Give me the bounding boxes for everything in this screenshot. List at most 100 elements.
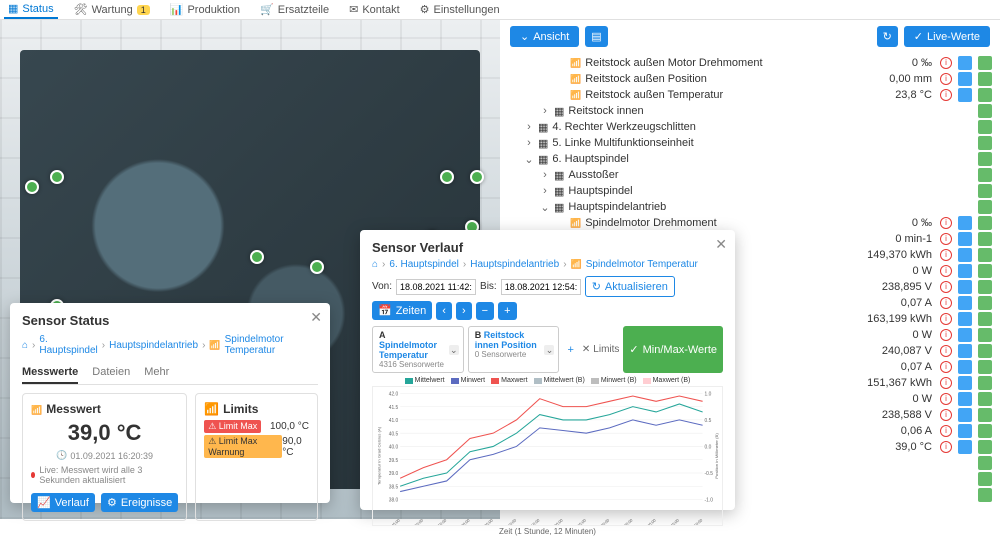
tab-einstellungen[interactable]: ⚙Einstellungen bbox=[416, 1, 504, 18]
status-chip[interactable] bbox=[978, 360, 992, 374]
chart-area[interactable]: 38.038.539.039.540.040.541.041.542.0-1.0… bbox=[372, 386, 723, 526]
status-chip[interactable] bbox=[978, 152, 992, 166]
sensor-marker[interactable] bbox=[25, 180, 39, 194]
prev-button[interactable]: ‹ bbox=[436, 302, 452, 320]
crumb[interactable]: Spindelmotor Temperatur bbox=[586, 259, 698, 270]
info-icon[interactable]: i bbox=[940, 249, 952, 261]
info-icon[interactable]: i bbox=[940, 409, 952, 421]
status-chip[interactable] bbox=[978, 392, 992, 406]
close-icon[interactable]: ✕ bbox=[310, 309, 322, 326]
chart-chip[interactable] bbox=[958, 72, 972, 86]
tree-row[interactable]: Reitstock außen Position0,00 mmi bbox=[500, 71, 1000, 87]
chart-chip[interactable] bbox=[958, 248, 972, 262]
sensor-b-selector[interactable]: B Reitstock innen Position 0 Sensorwerte… bbox=[468, 326, 560, 373]
ansicht-button[interactable]: ⌄Ansicht bbox=[510, 26, 579, 47]
chevron-icon[interactable]: › bbox=[540, 185, 550, 197]
info-icon[interactable]: i bbox=[940, 73, 952, 85]
refresh-button[interactable]: ↻ bbox=[877, 26, 898, 47]
tree-row[interactable]: ›▦Reitstock innen bbox=[500, 103, 1000, 119]
chart-chip[interactable] bbox=[958, 280, 972, 294]
sensor-a-selector[interactable]: A Spindelmotor Temperatur 4316 Sensorwer… bbox=[372, 326, 464, 373]
status-chip[interactable] bbox=[978, 472, 992, 486]
status-chip[interactable] bbox=[978, 328, 992, 342]
limits-toggle[interactable]: ✕ Limits bbox=[582, 326, 620, 373]
status-chip[interactable] bbox=[978, 248, 992, 262]
next-button[interactable]: › bbox=[456, 302, 472, 320]
status-chip[interactable] bbox=[978, 168, 992, 182]
status-chip[interactable] bbox=[978, 408, 992, 422]
chart-chip[interactable] bbox=[958, 376, 972, 390]
chevron-icon[interactable]: ⌄ bbox=[540, 201, 550, 214]
tab-status[interactable]: ▦Status bbox=[4, 0, 58, 19]
info-icon[interactable]: i bbox=[940, 393, 952, 405]
info-icon[interactable]: i bbox=[940, 233, 952, 245]
sensor-marker[interactable] bbox=[440, 170, 454, 184]
status-chip[interactable] bbox=[978, 184, 992, 198]
chart-chip[interactable] bbox=[958, 216, 972, 230]
tree-row[interactable]: ›▦5. Linke Multifunktionseinheit bbox=[500, 135, 1000, 151]
info-icon[interactable]: i bbox=[940, 329, 952, 341]
info-icon[interactable]: i bbox=[940, 313, 952, 325]
chart-chip[interactable] bbox=[958, 344, 972, 358]
close-icon[interactable]: ✕ bbox=[715, 236, 727, 253]
info-icon[interactable]: i bbox=[940, 281, 952, 293]
chevron-icon[interactable]: › bbox=[540, 105, 550, 117]
info-icon[interactable]: i bbox=[940, 217, 952, 229]
tree-row[interactable]: ›▦Hauptspindel bbox=[500, 183, 1000, 199]
status-chip[interactable] bbox=[978, 88, 992, 102]
bis-input[interactable] bbox=[501, 279, 581, 295]
info-icon[interactable]: i bbox=[940, 377, 952, 389]
chevron-icon[interactable]: ⌄ bbox=[524, 153, 534, 166]
sensor-marker[interactable] bbox=[50, 170, 64, 184]
chart-chip[interactable] bbox=[958, 312, 972, 326]
tree-row[interactable]: ›▦4. Rechter Werkzeugschlitten bbox=[500, 119, 1000, 135]
info-icon[interactable]: i bbox=[940, 361, 952, 373]
crumb[interactable]: Spindelmotor Temperatur bbox=[225, 334, 318, 356]
tab-kontakt[interactable]: ✉Kontakt bbox=[345, 1, 404, 18]
home-icon[interactable]: ⌂ bbox=[372, 259, 378, 270]
zoom-in-button[interactable]: + bbox=[498, 302, 516, 320]
ereignisse-button[interactable]: ⚙Ereignisse bbox=[101, 493, 178, 512]
status-chip[interactable] bbox=[978, 312, 992, 326]
zoom-out-button[interactable]: − bbox=[476, 302, 494, 320]
status-chip[interactable] bbox=[978, 232, 992, 246]
minmax-toggle[interactable]: ✓ Min/Max-Werte bbox=[623, 326, 723, 373]
status-chip[interactable] bbox=[978, 344, 992, 358]
aktualisieren-button[interactable]: ↻Aktualisieren bbox=[585, 276, 675, 297]
sensor-marker[interactable] bbox=[470, 170, 484, 184]
home-icon[interactable]: ⌂ bbox=[22, 340, 28, 351]
status-chip[interactable] bbox=[978, 120, 992, 134]
status-chip[interactable] bbox=[978, 56, 992, 70]
crumb[interactable]: 6. Hauptspindel bbox=[389, 259, 459, 270]
chart-chip[interactable] bbox=[958, 264, 972, 278]
tab-mehr[interactable]: Mehr bbox=[144, 362, 169, 384]
tab-wartung[interactable]: 🛠Wartung1 bbox=[70, 1, 154, 18]
add-sensor-button[interactable]: + bbox=[563, 326, 577, 373]
status-chip[interactable] bbox=[978, 456, 992, 470]
status-chip[interactable] bbox=[978, 296, 992, 310]
tree-row[interactable]: ›▦Ausstoßer bbox=[500, 167, 1000, 183]
chevron-icon[interactable]: › bbox=[524, 121, 534, 133]
status-chip[interactable] bbox=[978, 104, 992, 118]
tab-produktion[interactable]: 📊Produktion bbox=[166, 1, 244, 18]
chevron-icon[interactable]: › bbox=[524, 137, 534, 149]
crumb[interactable]: 6. Hauptspindel bbox=[39, 334, 97, 356]
chart-chip[interactable] bbox=[958, 56, 972, 70]
status-chip[interactable] bbox=[978, 216, 992, 230]
status-chip[interactable] bbox=[978, 440, 992, 454]
chart-chip[interactable] bbox=[958, 408, 972, 422]
info-icon[interactable]: i bbox=[940, 297, 952, 309]
info-icon[interactable]: i bbox=[940, 265, 952, 277]
chart-chip[interactable] bbox=[958, 424, 972, 438]
chart-chip[interactable] bbox=[958, 232, 972, 246]
chart-chip[interactable] bbox=[958, 88, 972, 102]
chart-chip[interactable] bbox=[958, 440, 972, 454]
status-chip[interactable] bbox=[978, 280, 992, 294]
status-chip[interactable] bbox=[978, 264, 992, 278]
tab-ersatzteile[interactable]: 🛒Ersatzteile bbox=[256, 1, 333, 18]
status-chip[interactable] bbox=[978, 376, 992, 390]
tree-row[interactable]: ⌄▦6. Hauptspindel bbox=[500, 151, 1000, 167]
status-chip[interactable] bbox=[978, 488, 992, 502]
status-chip[interactable] bbox=[978, 72, 992, 86]
chevron-down-icon[interactable]: ⌄ bbox=[449, 345, 459, 355]
